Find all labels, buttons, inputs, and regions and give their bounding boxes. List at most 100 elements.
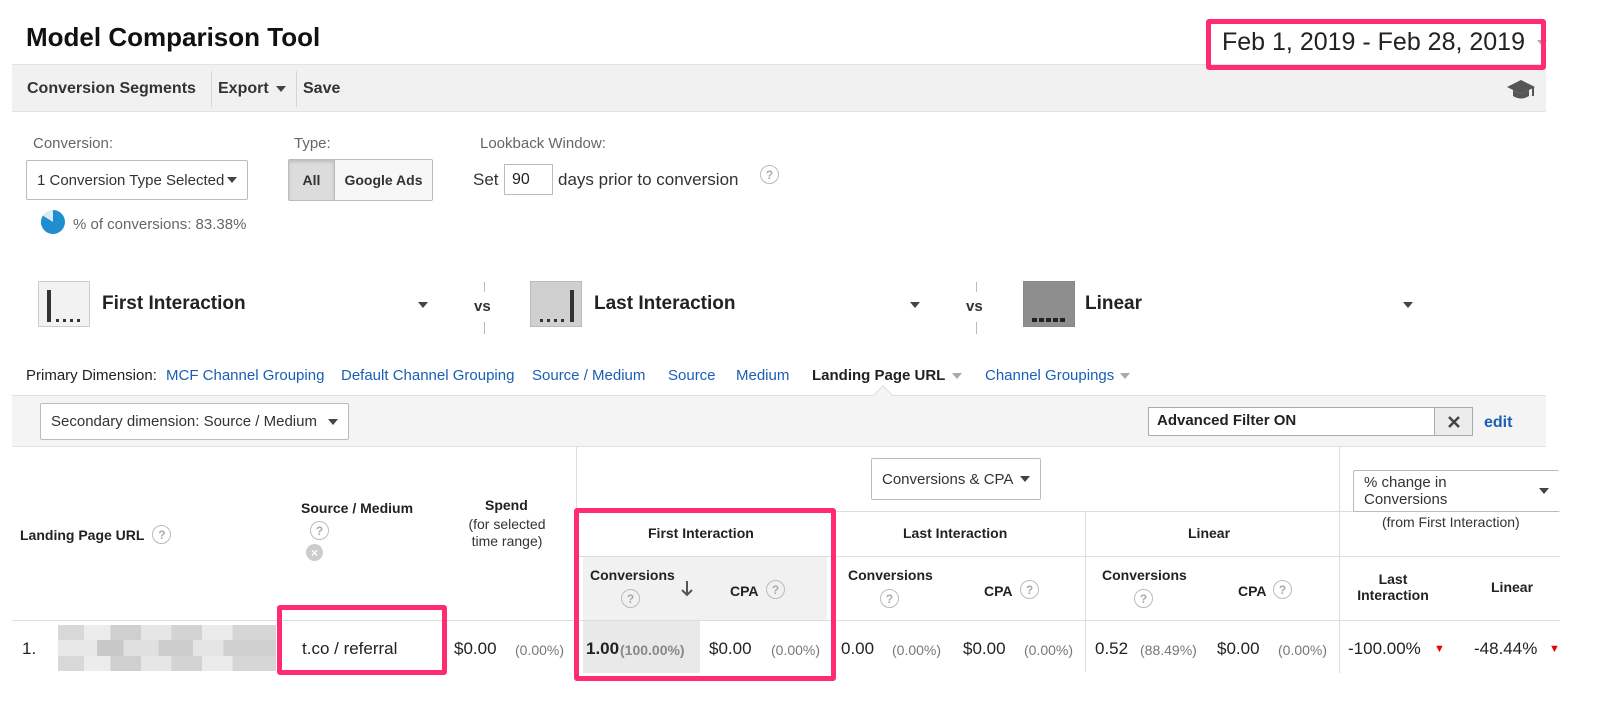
first-cpa-cell: $0.00 — [709, 639, 752, 658]
linear-conversions-header: Conversions — [1102, 567, 1187, 583]
spend-pct-cell: (0.00%) — [515, 642, 565, 658]
dimension-source-medium[interactable]: Source / Medium — [532, 367, 645, 384]
channel-groupings-dropdown[interactable]: Channel Groupings — [985, 367, 1131, 384]
chevron-down-icon — [227, 177, 237, 183]
model-selector-linear[interactable]: Linear — [1023, 281, 1423, 329]
conversion-label: Conversion: — [33, 135, 114, 152]
remove-dimension-icon[interactable]: × — [306, 544, 323, 561]
dimension-medium[interactable]: Medium — [736, 367, 789, 384]
dimension-landing-page-url[interactable]: Landing Page URL — [812, 367, 963, 384]
first-cpa-pct-cell: (0.00%) — [771, 642, 821, 658]
type-all-button[interactable]: All — [289, 160, 335, 200]
lookback-days-input[interactable] — [504, 164, 553, 195]
help-icon[interactable]: ? — [310, 521, 329, 540]
chevron-down-icon — [1020, 476, 1030, 482]
last-cpa-header: CPA — [984, 583, 1013, 599]
vs-separator: vs — [474, 282, 494, 334]
table-row[interactable]: 1. t.co / referral $0.00 (0.00%) 1.00 (1… — [12, 621, 1560, 673]
lookback-help-icon[interactable]: ? — [760, 165, 779, 184]
source-medium-cell[interactable]: t.co / referral — [302, 639, 397, 659]
help-icon[interactable]: ? — [152, 525, 172, 544]
vs-separator: vs — [966, 282, 986, 334]
dimension-mcf-channel-grouping[interactable]: MCF Channel Grouping — [166, 367, 324, 384]
dimension-source[interactable]: Source — [668, 367, 716, 384]
group-linear: Linear — [1188, 525, 1231, 541]
last-cpa-cell: $0.00 — [963, 639, 1006, 658]
landing-page-header: Landing Page URL ? — [20, 525, 172, 544]
vs-label-1: vs — [474, 298, 491, 315]
chevron-down-icon — [1403, 302, 1413, 308]
help-icon[interactable]: ? — [880, 589, 899, 608]
channel-groupings-label: Channel Groupings — [985, 367, 1115, 384]
toolbar-divider — [296, 71, 297, 107]
filter-bar-notch — [873, 385, 893, 405]
first-interaction-icon — [38, 281, 90, 327]
linear-cpa-header: CPA — [1238, 583, 1267, 599]
arrow-down-icon: ▼ — [1434, 643, 1445, 655]
arrow-down-icon: ▼ — [1549, 643, 1560, 655]
percent-conversions-text: % of conversions: 83.38% — [73, 216, 247, 233]
conversion-type-select[interactable]: 1 Conversion Type Selected — [26, 160, 248, 200]
chevron-down-icon — [910, 302, 920, 308]
model-selector-first[interactable]: First Interaction — [38, 281, 438, 329]
sort-arrow-down-icon[interactable] — [680, 580, 694, 603]
model-linear-label: Linear — [1085, 293, 1143, 314]
lookback-label: Lookback Window: — [480, 135, 606, 152]
conversion-pie-icon — [40, 209, 66, 240]
first-conversions-pct-cell: (100.00%) — [620, 642, 685, 658]
date-range-picker[interactable]: Feb 1, 2019 - Feb 28, 2019 — [1222, 28, 1547, 57]
lookback-set-text: Set — [473, 170, 499, 189]
row-index: 1. — [22, 639, 37, 658]
source-medium-header: Source / Medium — [301, 500, 414, 516]
type-toggle: All Google Ads — [288, 159, 433, 201]
linear-cpa-pct-cell: (0.00%) — [1278, 642, 1328, 658]
clear-filter-button[interactable] — [1434, 407, 1473, 436]
advanced-filter-field[interactable]: Advanced Filter ON — [1148, 407, 1435, 436]
save-button[interactable]: Save — [303, 80, 340, 98]
help-icon[interactable]: ? — [621, 589, 640, 608]
model-selector-last[interactable]: Last Interaction — [530, 281, 930, 329]
landing-page-url-redacted[interactable] — [58, 625, 276, 671]
chevron-down-icon — [952, 372, 963, 379]
change-last-cell: -100.00% — [1348, 639, 1421, 658]
change-last-header: Last Interaction — [1357, 571, 1429, 603]
metric-select[interactable]: Conversions & CPA — [871, 458, 1041, 500]
model-first-label: First Interaction — [102, 293, 246, 314]
toolbar: Conversion Segments Export Save — [12, 64, 1546, 112]
chevron-down-icon — [1537, 39, 1547, 46]
metric-select-value: Conversions & CPA — [882, 470, 1014, 488]
chevron-down-icon — [1120, 372, 1131, 379]
landing-page-header-label: Landing Page URL — [20, 526, 145, 543]
graduation-cap-icon[interactable] — [1506, 77, 1536, 106]
date-range-text: Feb 1, 2019 - Feb 28, 2019 — [1222, 28, 1525, 56]
last-conversions-header: Conversions — [848, 567, 933, 583]
linear-conversions-cell: 0.52 — [1095, 639, 1129, 658]
change-metric-select[interactable]: % change in Conversions — [1353, 470, 1559, 512]
linear-cpa-cell: $0.00 — [1217, 639, 1260, 658]
toolbar-divider — [211, 71, 212, 107]
first-conversions-header: Conversions — [590, 567, 675, 583]
primary-dimension-label: Primary Dimension: — [26, 367, 157, 384]
conversion-type-value: 1 Conversion Type Selected — [37, 171, 225, 189]
export-label: Export — [218, 80, 269, 97]
spend-header: Spend — [485, 497, 528, 513]
help-icon[interactable]: ? — [766, 580, 785, 599]
help-icon[interactable]: ? — [1273, 580, 1292, 599]
help-icon[interactable]: ? — [1020, 580, 1039, 599]
linear-conversions-pct-cell: (88.49%) — [1140, 642, 1197, 658]
dimension-default-channel-grouping[interactable]: Default Channel Grouping — [341, 367, 514, 384]
last-conversions-cell: 0.00 — [841, 639, 875, 658]
edit-filter-link[interactable]: edit — [1484, 414, 1512, 432]
change-note: (from First Interaction) — [1382, 514, 1520, 530]
secondary-dimension-select[interactable]: Secondary dimension: Source / Medium — [40, 403, 349, 440]
group-first-interaction: First Interaction — [648, 525, 754, 541]
type-google-ads-button[interactable]: Google Ads — [335, 160, 432, 200]
change-metric-select-value: % change in Conversions — [1364, 474, 1448, 508]
last-cpa-pct-cell: (0.00%) — [1024, 642, 1074, 658]
conversion-segments-button[interactable]: Conversion Segments — [27, 80, 196, 98]
lookback-suffix-text: days prior to conversion — [558, 170, 739, 189]
export-button[interactable]: Export — [218, 80, 286, 98]
chevron-down-icon — [328, 418, 338, 425]
spend-cell: $0.00 — [454, 639, 497, 658]
help-icon[interactable]: ? — [1134, 589, 1153, 608]
